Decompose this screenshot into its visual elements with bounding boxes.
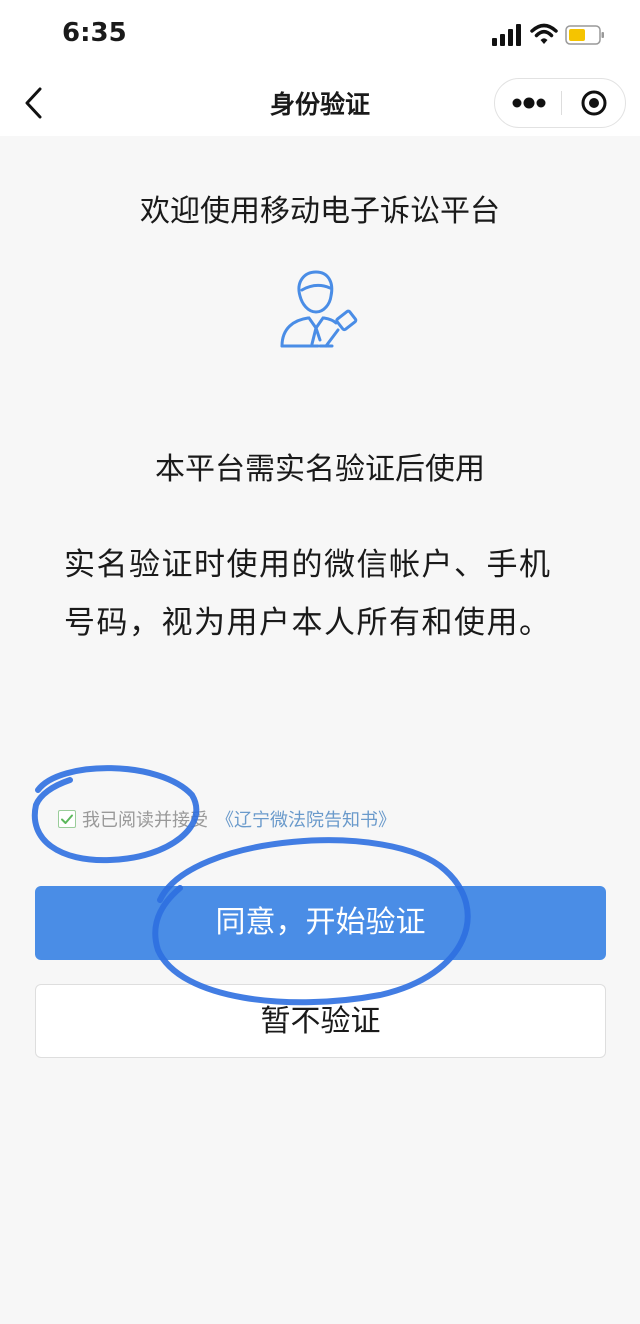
requirement-text: 本平台需实名验证后使用 [155, 452, 485, 487]
agreement-checkbox[interactable] [58, 810, 76, 828]
signal-icon [492, 24, 521, 46]
more-icon[interactable] [495, 79, 561, 127]
notice-paragraph: 实名验证时使用的微信帐户、手机号码，视为用户本人所有和使用。 [64, 547, 552, 641]
agree-start-button[interactable]: 同意，开始验证 [35, 886, 606, 960]
mini-program-capsule [494, 78, 626, 128]
wifi-icon [530, 23, 558, 44]
status-time: 6:35 [62, 18, 127, 48]
user-verify-icon [280, 270, 358, 348]
skip-verify-button[interactable]: 暂不验证 [35, 984, 606, 1058]
check-icon [61, 814, 73, 824]
agreement-row: 我已阅读并接受 《辽宁微法院告知书》 [58, 806, 396, 832]
battery-icon [565, 25, 604, 45]
welcome-heading: 欢迎使用移动电子诉讼平台 [140, 194, 500, 229]
agreement-link[interactable]: 《辽宁微法院告知书》 [216, 806, 396, 832]
close-target-icon[interactable] [562, 79, 626, 127]
nav-bar: 身份验证 [0, 70, 640, 136]
phone-screen: 6:35 身份验证 欢迎使用移动电子诉讼平台 本平台需实名验证后使用 实名验证时… [0, 0, 640, 1324]
agreement-text: 我已阅读并接受 [82, 810, 208, 831]
status-bar: 6:35 [0, 0, 640, 70]
